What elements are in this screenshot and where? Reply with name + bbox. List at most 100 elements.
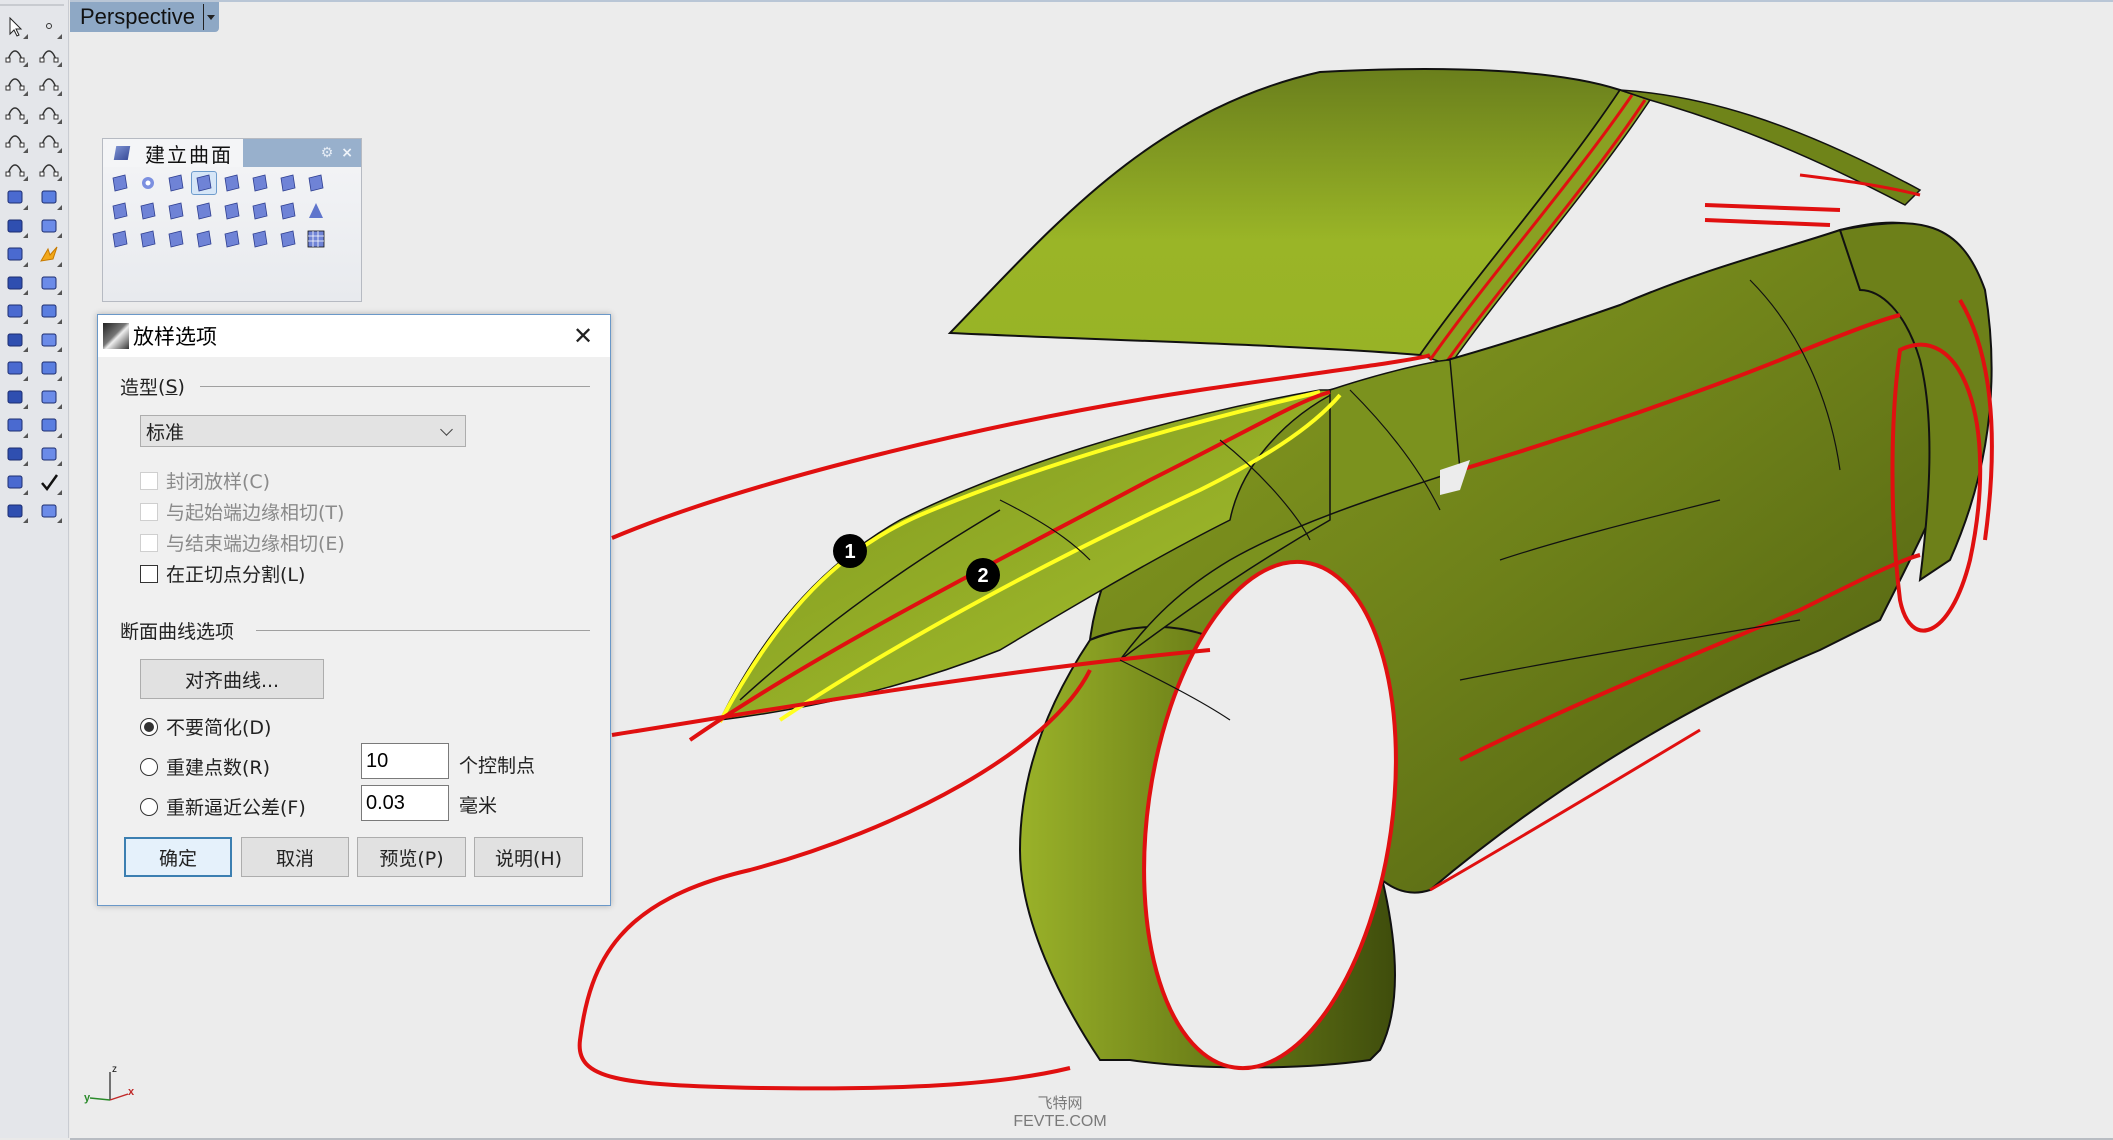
rail-revolve-icon bbox=[280, 202, 296, 220]
toolbar-button[interactable] bbox=[34, 468, 64, 497]
point-grid-icon bbox=[307, 230, 325, 248]
checkbox-box[interactable] bbox=[140, 502, 158, 521]
style-select[interactable]: 标准 bbox=[140, 415, 466, 447]
panel-tool-button[interactable] bbox=[303, 171, 329, 195]
radio-label: 重建点数(R) bbox=[166, 757, 271, 779]
radio-label: 不要简化(D) bbox=[166, 717, 272, 739]
panel-tool-button[interactable] bbox=[135, 171, 161, 195]
cancel-button[interactable]: 取消 bbox=[241, 837, 349, 877]
dialog-close-button[interactable]: ✕ bbox=[568, 321, 598, 351]
toolbar-button[interactable] bbox=[34, 155, 64, 184]
checkbox-box[interactable] bbox=[140, 533, 158, 552]
panel-tool-button[interactable] bbox=[135, 199, 161, 223]
panel-tool-button[interactable] bbox=[107, 227, 133, 251]
toolbar-button[interactable] bbox=[34, 411, 64, 440]
dialog-titlebar[interactable]: 放样选项 ✕ bbox=[98, 315, 610, 357]
toolbar-button[interactable] bbox=[34, 297, 64, 326]
toolbar-button[interactable] bbox=[0, 126, 30, 155]
toolbar-button[interactable] bbox=[34, 440, 64, 469]
toolbar-button[interactable] bbox=[0, 354, 30, 383]
panel-tool-button[interactable] bbox=[191, 171, 217, 195]
tangent-start-checkbox[interactable]: 与起始端边缘相切(T) bbox=[140, 498, 344, 525]
toolbar-button[interactable] bbox=[0, 240, 30, 269]
gear-icon[interactable]: ⚙ bbox=[321, 145, 334, 161]
toolbar-button[interactable] bbox=[0, 41, 30, 70]
panel-tool-button[interactable] bbox=[163, 171, 189, 195]
toolbar-button[interactable] bbox=[0, 440, 30, 469]
viewport-tab-perspective[interactable]: Perspective bbox=[70, 2, 219, 32]
panel-tool-button[interactable] bbox=[135, 227, 161, 251]
ok-button[interactable]: 确定 bbox=[124, 837, 232, 877]
toolbar-button[interactable] bbox=[34, 497, 64, 526]
toolbar-button[interactable] bbox=[34, 269, 64, 298]
closed-loft-checkbox[interactable]: 封闭放样(C) bbox=[140, 467, 270, 494]
toolbar-button[interactable] bbox=[34, 212, 64, 241]
toolbar-button[interactable] bbox=[34, 41, 64, 70]
toolbar-button[interactable] bbox=[0, 155, 30, 184]
panel-tool-button[interactable] bbox=[247, 227, 273, 251]
panel-tool-button[interactable] bbox=[219, 171, 245, 195]
panel-tool-button[interactable] bbox=[163, 199, 189, 223]
toolbar-button[interactable] bbox=[0, 411, 30, 440]
radio-circle[interactable] bbox=[140, 717, 158, 736]
point-marker-1[interactable]: 1 bbox=[833, 534, 867, 568]
panel-tool-button[interactable] bbox=[275, 171, 301, 195]
split-at-tangents-checkbox[interactable]: 在正切点分割(L) bbox=[140, 560, 305, 587]
toolbar-button[interactable] bbox=[34, 240, 64, 269]
toolbar-button[interactable] bbox=[0, 69, 30, 98]
control-points-unit-label: 个控制点 bbox=[459, 755, 536, 777]
panel-header-bar[interactable]: ⚙ × bbox=[243, 139, 361, 167]
viewport-menu-arrow-icon[interactable] bbox=[206, 14, 215, 20]
toolbar-button[interactable] bbox=[0, 326, 30, 355]
toolbar-button[interactable] bbox=[34, 69, 64, 98]
radio-circle[interactable] bbox=[140, 757, 158, 776]
panel-tool-button[interactable] bbox=[163, 227, 189, 251]
radio-circle[interactable] bbox=[140, 797, 158, 816]
toolbar-button[interactable] bbox=[34, 183, 64, 212]
panel-tool-button[interactable] bbox=[107, 199, 133, 223]
close-icon[interactable]: × bbox=[341, 145, 353, 161]
rebuild-points-input[interactable] bbox=[361, 743, 449, 779]
panel-tab[interactable]: 建立曲面 bbox=[103, 139, 243, 167]
toolbar-button[interactable] bbox=[0, 468, 30, 497]
panel-tool-button[interactable] bbox=[303, 199, 329, 223]
refit-tolerance-radio[interactable]: 重新逼近公差(F) bbox=[140, 793, 306, 820]
do-not-simplify-radio[interactable]: 不要简化(D) bbox=[140, 713, 271, 740]
toolbar-button[interactable] bbox=[0, 12, 30, 41]
help-button[interactable]: 说明(H) bbox=[474, 837, 583, 877]
toolbar-button[interactable] bbox=[34, 12, 64, 41]
toolbar-button[interactable] bbox=[0, 183, 30, 212]
panel-tool-button[interactable] bbox=[191, 227, 217, 251]
cone-icon bbox=[309, 203, 323, 218]
panel-tool-button[interactable] bbox=[191, 199, 217, 223]
toolbar-button[interactable] bbox=[34, 126, 64, 155]
align-curves-button[interactable]: 对齐曲线... bbox=[140, 659, 324, 699]
panel-tool-button[interactable] bbox=[219, 199, 245, 223]
point-marker-2[interactable]: 2 bbox=[966, 558, 1000, 592]
toolbar-button[interactable] bbox=[0, 297, 30, 326]
toolbar-button[interactable] bbox=[0, 269, 30, 298]
panel-tool-button[interactable] bbox=[247, 171, 273, 195]
toolbar-button[interactable] bbox=[34, 383, 64, 412]
panel-tool-button[interactable] bbox=[219, 227, 245, 251]
toolbar-button[interactable] bbox=[0, 497, 30, 526]
toolbar-button[interactable] bbox=[34, 354, 64, 383]
tangent-end-checkbox[interactable]: 与结束端边缘相切(E) bbox=[140, 529, 345, 556]
rebuild-points-radio[interactable]: 重建点数(R) bbox=[140, 753, 270, 780]
panel-tool-button[interactable] bbox=[107, 171, 133, 195]
panel-tool-button[interactable] bbox=[303, 227, 329, 251]
toolbar-grip[interactable] bbox=[0, 4, 64, 6]
toolbar-button[interactable] bbox=[0, 383, 30, 412]
panel-tool-button[interactable] bbox=[275, 227, 301, 251]
preview-button[interactable]: 预览(P) bbox=[357, 837, 466, 877]
toolbar-button[interactable] bbox=[0, 212, 30, 241]
toolbar-button[interactable] bbox=[34, 326, 64, 355]
checkbox-box[interactable] bbox=[140, 471, 158, 490]
toolbar-button[interactable] bbox=[0, 98, 30, 127]
panel-tool-button[interactable] bbox=[275, 199, 301, 223]
refit-tolerance-input[interactable] bbox=[361, 785, 449, 821]
panel-tool-button[interactable] bbox=[247, 199, 273, 223]
toolbar-tool-grid bbox=[0, 12, 64, 525]
checkbox-box[interactable] bbox=[140, 564, 158, 583]
toolbar-button[interactable] bbox=[34, 98, 64, 127]
